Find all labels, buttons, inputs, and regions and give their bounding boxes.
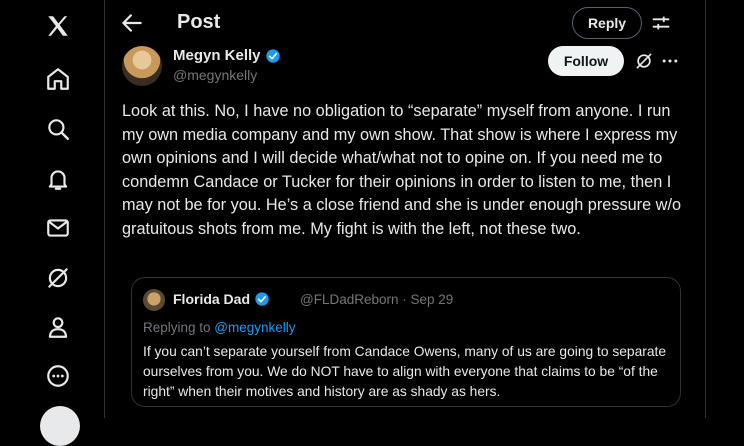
post-text: Look at this. No, I have no obligation t… <box>122 102 682 238</box>
follow-button[interactable]: Follow <box>548 46 624 76</box>
post-view: Post Reply Megyn Kelly @megynkelly Follo… <box>105 0 705 418</box>
profile-icon[interactable] <box>40 309 76 345</box>
page-title: Post <box>177 11 221 33</box>
author-name-text[interactable]: Megyn Kelly <box>173 47 261 64</box>
divider <box>705 0 706 418</box>
grok-icon[interactable] <box>40 260 76 296</box>
sidebar-nav <box>0 0 104 446</box>
x-logo-icon[interactable] <box>40 8 76 44</box>
home-icon[interactable] <box>40 61 76 97</box>
quoted-post[interactable]: Florida Dad @FLDadReborn · Sep 29 Replyi… <box>131 277 681 407</box>
quote-avatar[interactable] <box>143 289 165 311</box>
compose-button[interactable] <box>40 406 80 446</box>
replying-prefix: Replying to <box>143 320 215 335</box>
avatar[interactable] <box>122 46 162 86</box>
more-icon[interactable] <box>40 358 76 394</box>
grok-icon[interactable] <box>634 51 654 71</box>
quote-author-handle[interactable]: @FLDadReborn <box>300 292 399 307</box>
replying-to: Replying to @megynkelly <box>143 320 296 335</box>
quote-author-name-text[interactable]: Florida Dad <box>173 291 250 307</box>
quote-text: If you can’t separate yourself from Cand… <box>143 344 667 399</box>
post-header: Post Reply <box>105 0 705 46</box>
verified-badge-icon <box>255 292 269 306</box>
meta-separator: · <box>398 292 411 307</box>
search-icon[interactable] <box>40 111 76 147</box>
author-handle[interactable]: @megynkelly <box>173 67 257 83</box>
sliders-icon[interactable] <box>650 12 672 34</box>
verified-badge-icon <box>265 48 280 63</box>
more-options-icon[interactable] <box>660 51 680 71</box>
back-arrow-icon[interactable] <box>119 10 145 36</box>
quote-meta: @FLDadReborn · Sep 29 <box>300 292 453 307</box>
reply-button[interactable]: Reply <box>572 7 642 39</box>
quote-date[interactable]: Sep 29 <box>411 292 454 307</box>
replying-mention-link[interactable]: @megynkelly <box>214 320 295 335</box>
author-name[interactable]: Megyn Kelly <box>173 47 281 64</box>
notifications-icon[interactable] <box>40 161 76 197</box>
quote-author-name[interactable]: Florida Dad <box>173 291 270 307</box>
messages-icon[interactable] <box>40 210 76 246</box>
